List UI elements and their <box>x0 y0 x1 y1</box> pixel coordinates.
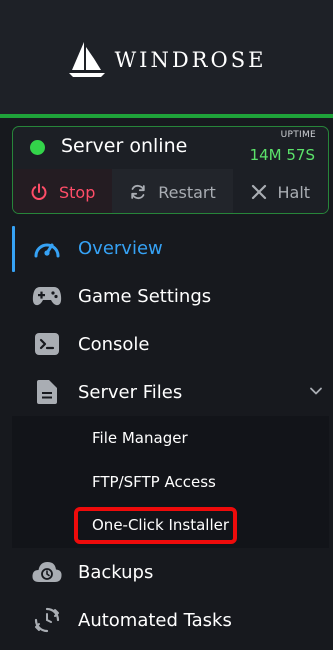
submenu-item-ftp-access[interactable]: FTP/SFTP Access <box>92 473 216 491</box>
status-accent-line <box>0 114 333 118</box>
nav-item-backups[interactable]: Backups <box>12 548 329 596</box>
uptime-label: UPTIME <box>280 130 316 140</box>
terminal-icon <box>32 329 62 359</box>
restart-label: Restart <box>158 182 216 202</box>
nav-label-console: Console <box>78 333 150 355</box>
chevron-down-icon[interactable] <box>309 384 323 398</box>
close-icon <box>251 184 266 200</box>
nav-item-automated-tasks[interactable]: Automated Tasks <box>12 596 329 644</box>
halt-label: Halt <box>277 182 311 202</box>
speedometer-icon <box>32 233 62 263</box>
nav-label-overview: Overview <box>78 237 163 259</box>
cloud-backup-icon <box>32 557 62 587</box>
nav-label-game-settings: Game Settings <box>78 285 212 307</box>
sidebar-header: WINDROSE <box>0 0 333 114</box>
brand-logo[interactable]: WINDROSE <box>67 40 267 80</box>
status-row: Server online UPTIME 14M 57S <box>13 127 328 169</box>
nav-item-console[interactable]: Console <box>12 320 329 368</box>
status-indicator <box>30 140 45 155</box>
annotation-highlight <box>74 507 237 544</box>
gamepad-icon <box>32 281 62 311</box>
uptime-value: 14M 57S <box>249 146 315 164</box>
nav-label-backups: Backups <box>78 561 154 583</box>
power-icon <box>31 183 47 200</box>
brand-name: WINDROSE <box>114 48 267 72</box>
sidebar: WINDROSE Server online UPTIME 14M 57S St… <box>0 0 333 650</box>
stop-label: Stop <box>59 182 96 202</box>
server-status-card: Server online UPTIME 14M 57S Stop Restar… <box>12 126 329 214</box>
sailboat-icon <box>68 42 105 77</box>
power-actions: Stop Restart Halt <box>13 169 328 213</box>
scheduled-tasks-icon <box>32 605 62 635</box>
restart-icon <box>131 184 145 200</box>
halt-button[interactable]: Halt <box>232 169 328 213</box>
nav-label-automated-tasks: Automated Tasks <box>78 609 232 631</box>
stop-button[interactable]: Stop <box>13 169 113 213</box>
status-text: Server online <box>61 135 188 157</box>
file-icon <box>32 377 62 407</box>
nav-item-game-settings[interactable]: Game Settings <box>12 272 329 320</box>
nav-item-server-files[interactable]: Server Files <box>12 368 329 416</box>
nav-item-overview[interactable]: Overview <box>12 224 329 272</box>
submenu-item-file-manager[interactable]: File Manager <box>92 429 188 447</box>
restart-button[interactable]: Restart <box>112 169 233 213</box>
nav-label-server-files: Server Files <box>78 381 183 403</box>
